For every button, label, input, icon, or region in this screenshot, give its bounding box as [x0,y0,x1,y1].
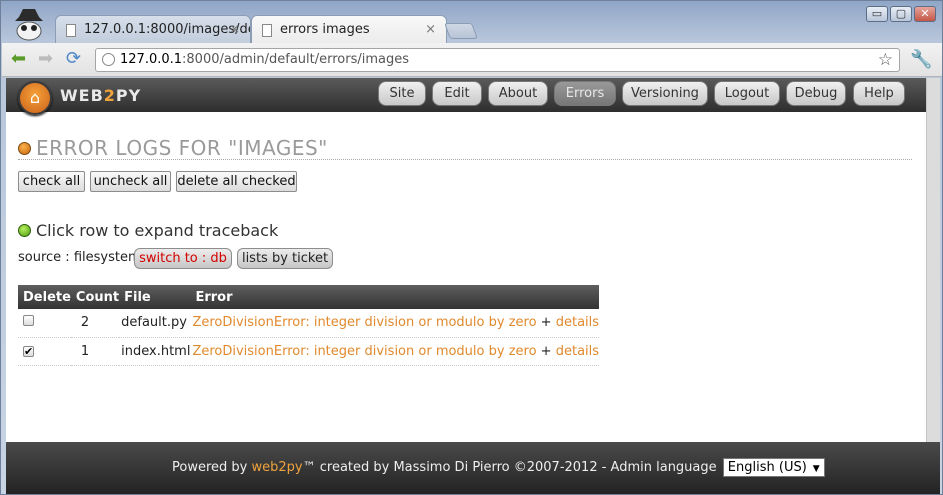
app-header: ⌂ WEB2PY Site Edit About Errors Versioni… [6,78,926,115]
browser-toolbar: ⬅ ➡ ⟳ 127.0.0.1:8000/admin/default/error… [2,43,942,77]
page-icon [66,24,76,37]
delete-all-checked-button[interactable]: delete all checked [176,171,297,192]
nav-versioning[interactable]: Versioning [622,81,708,106]
lists-by-ticket-button[interactable]: lists by ticket [237,248,333,269]
close-window-button[interactable]: ✕ [914,6,936,22]
bullet-icon [18,142,31,155]
column-header: Error [190,285,600,309]
uncheck-all-button[interactable]: uncheck all [90,171,171,192]
minimize-button[interactable]: ▭ [866,6,888,22]
web2py-link[interactable]: web2py [252,460,303,475]
column-header: File [119,285,191,309]
web2py-logo: WEB2PY [60,86,142,105]
column-header: Delete [18,285,71,309]
page-title-text: ERROR LOGS FOR "IMAGES" [36,136,328,160]
star-icon[interactable]: ☆ [878,50,893,70]
error-link[interactable]: ZeroDivisionError: integer division or m… [192,315,536,330]
table-row[interactable]: ✔ 1 index.html ZeroDivisionError: intege… [18,337,600,366]
tab-errors-images[interactable]: errors images × [251,15,447,43]
file-cell: index.html [119,337,191,366]
nav-debug[interactable]: Debug [786,81,846,106]
address-bar[interactable]: 127.0.0.1:8000/admin/default/errors/imag… [95,48,900,72]
plus-text: + [540,315,552,331]
page-icon [262,24,272,37]
details-link[interactable]: details [556,344,599,359]
incognito-icon [9,7,49,41]
section-heading: Click row to expand traceback [18,221,278,240]
url-path: :8000/admin/default/errors/images [182,52,409,67]
forward-icon[interactable]: ➡ [38,49,53,69]
close-tab-icon[interactable]: × [425,22,436,37]
tab-images-default[interactable]: 127.0.0.1:8000/images/def × [55,15,251,43]
file-cell: default.py [119,309,191,338]
nav-help[interactable]: Help [853,81,905,106]
footer-credits: ™ created by Massimo Di Pierro ©2007-201… [302,460,717,475]
nav-about[interactable]: About [488,81,548,106]
delete-checkbox[interactable] [23,315,34,327]
column-header: Count [70,285,120,309]
footer-powered: Powered by [172,460,248,475]
url-host: 127.0.0.1 [120,52,183,67]
reload-icon[interactable]: ⟳ [66,49,81,69]
page-content: ⌂ WEB2PY Site Edit About Errors Versioni… [6,78,926,442]
check-all-button[interactable]: check all [18,171,85,192]
plus-text: + [540,343,552,359]
tab-label: errors images [280,22,370,37]
bullet-icon [18,224,31,237]
error-table: Delete Count File Error 2 default.py Zer… [18,285,600,366]
switch-to-db-button[interactable]: switch to : db [134,248,232,269]
app-footer: Powered by web2py™ created by Massimo Di… [6,442,940,494]
dropdown-arrow-icon: ▼ [812,464,820,474]
section-heading-text: Click row to expand traceback [36,221,279,240]
delete-checkbox[interactable]: ✔ [23,345,34,357]
nav-edit[interactable]: Edit [432,81,482,106]
close-tab-icon[interactable]: × [229,22,240,37]
wrench-icon[interactable]: 🔧 [910,49,932,70]
home-icon[interactable]: ⌂ [18,81,52,115]
table-row[interactable]: 2 default.py ZeroDivisionError: integer … [18,309,600,338]
details-link[interactable]: details [556,315,599,330]
error-link[interactable]: ZeroDivisionError: integer division or m… [192,344,536,359]
tab-label: 127.0.0.1:8000/images/def [84,22,251,37]
nav-errors[interactable]: Errors [554,81,616,106]
nav-logout[interactable]: Logout [714,81,780,106]
globe-icon [102,53,115,66]
language-value: English (US) [727,460,807,475]
back-icon[interactable]: ⬅ [11,49,26,69]
new-tab-button[interactable] [444,23,478,39]
language-select[interactable]: English (US) ▼ [722,458,825,477]
count-cell: 2 [70,309,120,338]
source-label: source : filesystem [18,250,141,265]
count-cell: 1 [70,337,120,366]
nav-site[interactable]: Site [378,81,426,106]
maximize-button[interactable]: ▢ [890,6,912,22]
page-title: ERROR LOGS FOR "IMAGES" [18,136,912,160]
browser-window: 127.0.0.1:8000/images/def × errors image… [0,0,943,495]
scrollbar[interactable] [926,78,940,442]
table-header-row: Delete Count File Error [18,285,600,309]
